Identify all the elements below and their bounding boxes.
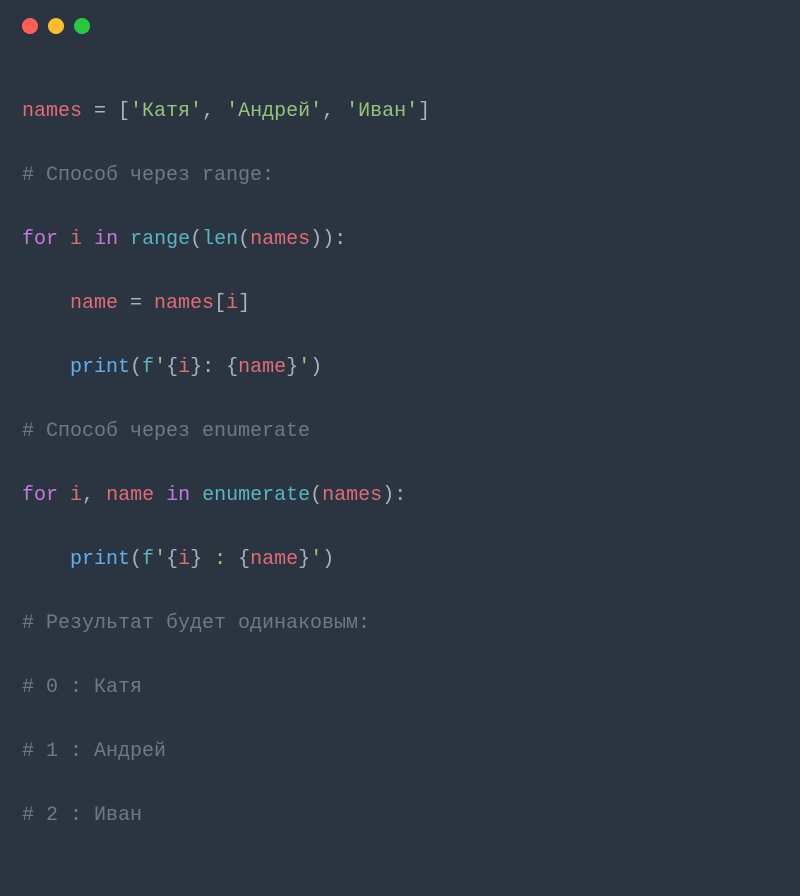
tok-variable: names: [250, 228, 310, 251]
tok-punct: }: [190, 356, 202, 379]
tok-punct: (: [310, 484, 322, 507]
tok-space: [154, 484, 166, 507]
tok-builtin: enumerate: [202, 484, 310, 507]
tok-variable: i: [70, 228, 82, 251]
tok-variable: names: [22, 100, 82, 123]
tok-punct: ): [322, 548, 334, 571]
code-line: names = ['Катя', 'Андрей', 'Иван']: [22, 96, 778, 128]
tok-punct: ]: [418, 100, 430, 123]
tok-string: ': [154, 356, 166, 379]
tok-string: ': [298, 356, 310, 379]
tok-punct: ): [310, 228, 322, 251]
tok-punct: {: [238, 548, 250, 571]
tok-fexpr: i: [178, 356, 190, 379]
maximize-icon[interactable]: [74, 18, 90, 34]
tok-punct: {: [166, 548, 178, 571]
tok-string: ': [310, 548, 322, 571]
code-line: # 0 : Катя: [22, 672, 778, 704]
code-line: # 1 : Андрей: [22, 736, 778, 768]
tok-keyword: for: [22, 484, 58, 507]
window-titlebar: [22, 18, 778, 34]
tok-fprefix: f: [142, 356, 154, 379]
tok-fexpr: name: [250, 548, 298, 571]
tok-string: 'Катя': [130, 100, 202, 123]
tok-indent: [22, 292, 70, 315]
tok-punct: {: [166, 356, 178, 379]
tok-fexpr: i: [178, 548, 190, 571]
tok-builtin: range: [130, 228, 190, 251]
tok-punct: [: [118, 100, 130, 123]
tok-variable: names: [322, 484, 382, 507]
tok-string: :: [202, 548, 238, 571]
close-icon[interactable]: [22, 18, 38, 34]
tok-comment: # 0 : Катя: [22, 676, 142, 699]
tok-punct: ):: [382, 484, 406, 507]
code-line: # Способ через range:: [22, 160, 778, 192]
code-line: # Результат будет одинаковым:: [22, 608, 778, 640]
tok-string: 'Андрей': [226, 100, 322, 123]
tok-comment: # 2 : Иван: [22, 804, 142, 827]
tok-fexpr: name: [238, 356, 286, 379]
tok-indent: [22, 356, 70, 379]
tok-space: [82, 228, 94, 251]
tok-punct: ,: [202, 100, 226, 123]
code-line: print(f'{i} : {name}'): [22, 544, 778, 576]
tok-keyword: in: [166, 484, 190, 507]
tok-punct: ,: [82, 484, 106, 507]
tok-punct: [: [214, 292, 226, 315]
tok-fprefix: f: [142, 548, 154, 571]
tok-variable: name: [106, 484, 154, 507]
tok-punct: (: [238, 228, 250, 251]
tok-comment: # 1 : Андрей: [22, 740, 166, 763]
tok-punct: (: [130, 548, 142, 571]
tok-builtin: len: [202, 228, 238, 251]
tok-function: print: [70, 356, 130, 379]
code-line: for i, name in enumerate(names):: [22, 480, 778, 512]
tok-variable: i: [70, 484, 82, 507]
tok-punct: ):: [322, 228, 346, 251]
tok-operator: =: [118, 292, 154, 315]
tok-punct: }: [298, 548, 310, 571]
tok-punct: {: [226, 356, 238, 379]
tok-punct: (: [190, 228, 202, 251]
tok-comment: # Способ через enumerate: [22, 420, 310, 443]
editor-window: names = ['Катя', 'Андрей', 'Иван'] # Спо…: [0, 0, 800, 518]
tok-keyword: for: [22, 228, 58, 251]
tok-keyword: in: [94, 228, 118, 251]
tok-comment: # Способ через range:: [22, 164, 274, 187]
tok-space: [58, 484, 70, 507]
tok-punct: }: [286, 356, 298, 379]
tok-string: 'Иван': [346, 100, 418, 123]
tok-variable: i: [226, 292, 238, 315]
tok-operator: =: [82, 100, 118, 123]
tok-indent: [22, 548, 70, 571]
code-block: names = ['Катя', 'Андрей', 'Иван'] # Спо…: [22, 64, 778, 896]
code-line: # 2 : Иван: [22, 800, 778, 832]
code-line: # Способ через enumerate: [22, 416, 778, 448]
tok-punct: ]: [238, 292, 250, 315]
tok-variable: name: [70, 292, 118, 315]
tok-punct: (: [130, 356, 142, 379]
tok-punct: ,: [322, 100, 346, 123]
tok-function: print: [70, 548, 130, 571]
tok-string: :: [202, 356, 226, 379]
tok-variable: names: [154, 292, 214, 315]
code-line: for i in range(len(names)):: [22, 224, 778, 256]
tok-space: [58, 228, 70, 251]
tok-string: ': [154, 548, 166, 571]
code-line: name = names[i]: [22, 288, 778, 320]
tok-comment: # Результат будет одинаковым:: [22, 612, 370, 635]
tok-punct: }: [190, 548, 202, 571]
tok-punct: ): [310, 356, 322, 379]
minimize-icon[interactable]: [48, 18, 64, 34]
tok-space: [118, 228, 130, 251]
code-line: print(f'{i}: {name}'): [22, 352, 778, 384]
tok-space: [190, 484, 202, 507]
